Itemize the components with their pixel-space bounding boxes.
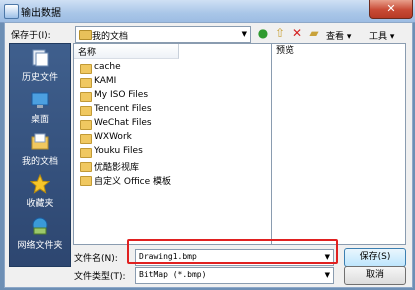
place-label: 我的文档	[21, 157, 58, 167]
save-in-dropdown[interactable]: 我的文档 ▼	[75, 26, 251, 43]
filetype-value: BitMap (*.bmp)	[139, 270, 207, 279]
folder-icon	[80, 176, 92, 186]
place-network[interactable]: 网络文件夹	[10, 216, 70, 251]
desktop-icon	[30, 90, 50, 110]
preview-pane: 预览	[271, 43, 406, 245]
highlight-box	[127, 239, 338, 264]
save-in-value: 我的文档	[92, 32, 129, 42]
filetype-dropdown[interactable]: BitMap (*.bmp) ▼	[135, 267, 334, 284]
place-label: 桌面	[30, 115, 49, 125]
place-documents[interactable]: 我的文档	[10, 132, 70, 167]
place-label: 网络文件夹	[17, 241, 63, 251]
folder-icon	[80, 120, 92, 130]
place-history[interactable]: 历史文件	[10, 48, 70, 83]
place-label: 收藏夹	[26, 199, 54, 209]
folder-icon	[80, 162, 92, 172]
documents-icon	[30, 132, 50, 152]
file-list[interactable]: 名称 cache KAMI My ISO Files Tencent Files…	[73, 43, 273, 245]
title-bar: 输出数据 ✕	[0, 0, 415, 23]
tools-label: 工具	[369, 32, 388, 42]
places-bar: 历史文件 桌面 我的文档 收藏夹 网络文件夹	[9, 43, 71, 267]
new-folder-icon[interactable]: ▰	[307, 26, 321, 40]
star-icon	[29, 173, 51, 194]
view-menu[interactable]: 查看 ▾	[326, 29, 351, 42]
back-icon[interactable]: ●	[256, 26, 270, 40]
save-in-label: 保存于(I):	[11, 31, 51, 41]
view-label: 查看	[326, 32, 345, 42]
place-desktop[interactable]: 桌面	[10, 90, 70, 125]
network-folder-icon	[30, 216, 50, 236]
up-folder-icon[interactable]: ⇧	[273, 26, 287, 40]
chevron-down-icon: ▼	[241, 30, 247, 38]
place-favorites[interactable]: 收藏夹	[10, 173, 70, 209]
folder-icon	[80, 106, 92, 116]
tools-menu[interactable]: 工具 ▾	[369, 29, 394, 42]
preview-label: 预览	[276, 46, 295, 56]
window-title: 输出数据	[21, 8, 61, 19]
column-header-name[interactable]: 名称	[74, 44, 179, 59]
place-label: 历史文件	[21, 73, 58, 83]
history-icon	[30, 48, 50, 68]
delete-icon[interactable]: ✕	[290, 26, 304, 40]
chevron-down-icon: ▼	[324, 271, 330, 279]
filename-label: 文件名(N):	[74, 254, 118, 264]
folder-icon	[80, 78, 92, 88]
folder-icon	[80, 148, 92, 158]
filetype-label: 文件类型(T):	[74, 272, 126, 282]
cancel-button[interactable]: 取消	[344, 266, 406, 285]
folder-icon	[80, 92, 92, 102]
save-button[interactable]: 保存(S)	[344, 248, 406, 267]
folder-icon	[80, 134, 92, 144]
app-icon	[4, 4, 19, 19]
folder-icon	[79, 30, 92, 40]
close-button[interactable]: ✕	[369, 0, 413, 19]
folder-icon	[80, 64, 92, 74]
